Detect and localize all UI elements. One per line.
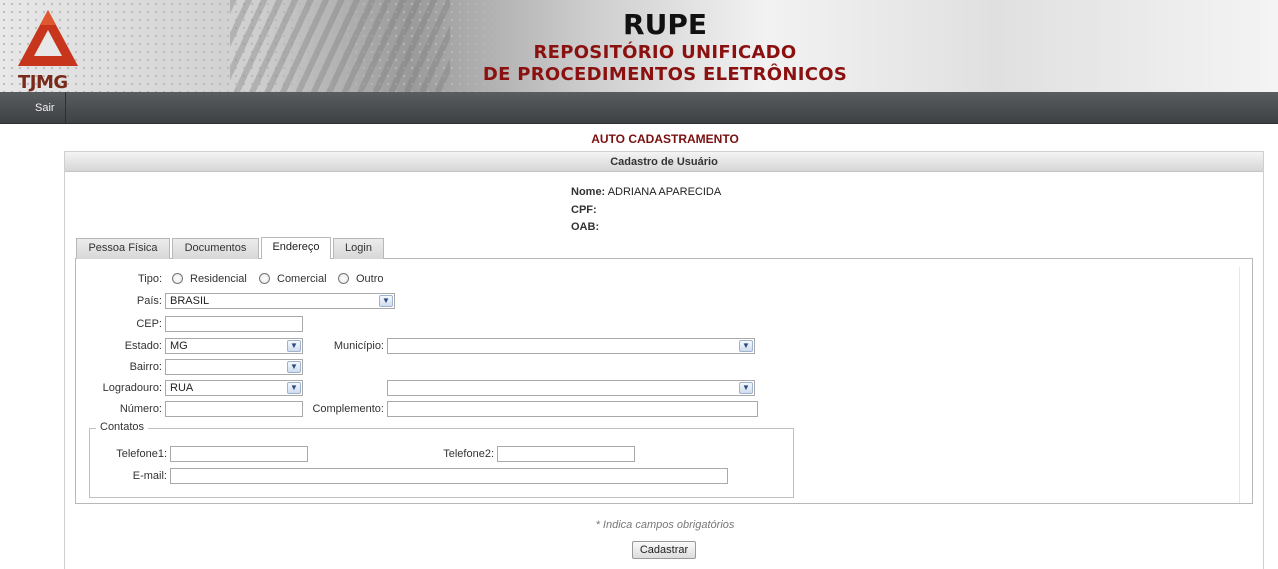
logradouro-label: Logradouro:	[102, 382, 162, 394]
chevron-down-icon: ▼	[739, 340, 753, 352]
bairro-label: Bairro:	[129, 361, 162, 373]
pais-label: País:	[136, 295, 162, 307]
chevron-down-icon: ▼	[287, 382, 301, 394]
contatos-fieldset	[89, 428, 794, 498]
oab-label: OAB:	[571, 221, 600, 233]
radio-comercial[interactable]	[259, 273, 270, 284]
logradouro-type-select[interactable]: RUA ▼	[165, 380, 303, 396]
nav-sair-link[interactable]: Sair	[0, 92, 66, 124]
app-title: RUPE	[623, 8, 707, 41]
radio-residencial[interactable]	[172, 273, 183, 284]
tab-endereco[interactable]: Endereço	[261, 237, 331, 259]
estado-label: Estado:	[124, 340, 162, 352]
chevron-down-icon: ▼	[287, 340, 301, 352]
estado-select-value: MG	[170, 340, 188, 352]
info-oab: OAB:	[571, 221, 599, 233]
tab-documentos[interactable]: Documentos	[172, 238, 259, 259]
email-input[interactable]	[170, 468, 728, 484]
top-navbar: Sair	[0, 92, 1278, 124]
telefone1-label: Telefone1:	[116, 448, 167, 460]
chevron-down-icon: ▼	[739, 382, 753, 394]
required-fields-note: * Indica campos obrigatórios	[595, 519, 735, 531]
contatos-legend: Contatos	[96, 421, 149, 433]
info-cpf: CPF:	[571, 204, 597, 216]
complemento-label: Complemento:	[312, 403, 384, 415]
cpf-label: CPF:	[571, 204, 597, 216]
municipio-select[interactable]: ▼	[387, 338, 755, 354]
tipo-label: Tipo:	[137, 273, 162, 285]
divider	[1239, 267, 1240, 503]
chevron-down-icon: ▼	[287, 361, 301, 373]
pais-select-value: BRASIL	[170, 295, 210, 307]
bairro-select[interactable]: ▼	[165, 359, 303, 375]
telefone1-input[interactable]	[170, 446, 308, 462]
radio-outro[interactable]	[338, 273, 349, 284]
cadastrar-button[interactable]: Cadastrar	[632, 541, 696, 559]
radio-comercial-label: Comercial	[277, 273, 327, 285]
municipio-label: Município:	[333, 340, 384, 352]
app-subtitle-line1: REPOSITÓRIO UNIFICADO	[533, 42, 797, 63]
header-banner: TJMG RUPE REPOSITÓRIO UNIFICADO DE PROCE…	[0, 0, 1278, 92]
numero-input[interactable]	[165, 401, 303, 417]
nome-label: Nome:	[571, 186, 606, 198]
cep-input[interactable]	[165, 316, 303, 332]
chevron-down-icon: ▼	[379, 295, 393, 307]
nome-value: ADRIANA APARECIDA	[607, 186, 722, 198]
email-label: E-mail:	[132, 470, 167, 482]
logradouro-type-value: RUA	[170, 382, 194, 394]
info-nome: Nome: ADRIANA APARECIDA	[571, 186, 721, 198]
page-title: AUTO CADASTRAMENTO	[591, 132, 739, 146]
radio-residencial-label: Residencial	[190, 273, 247, 285]
logradouro-select[interactable]: ▼	[387, 380, 755, 396]
tab-pessoa-fisica[interactable]: Pessoa Física	[76, 238, 170, 259]
complemento-input[interactable]	[387, 401, 758, 417]
tab-login[interactable]: Login	[333, 238, 384, 259]
numero-label: Número:	[119, 403, 162, 415]
telefone2-input[interactable]	[497, 446, 635, 462]
panel-header: Cadastro de Usuário	[65, 152, 1263, 172]
pais-select[interactable]: BRASIL ▼	[165, 293, 395, 309]
radio-outro-label: Outro	[356, 273, 384, 285]
app-subtitle-line2: DE PROCEDIMENTOS ELETRÔNICOS	[482, 64, 848, 85]
telefone2-label: Telefone2:	[443, 448, 494, 460]
cep-label: CEP:	[136, 318, 162, 330]
estado-select[interactable]: MG ▼	[165, 338, 303, 354]
